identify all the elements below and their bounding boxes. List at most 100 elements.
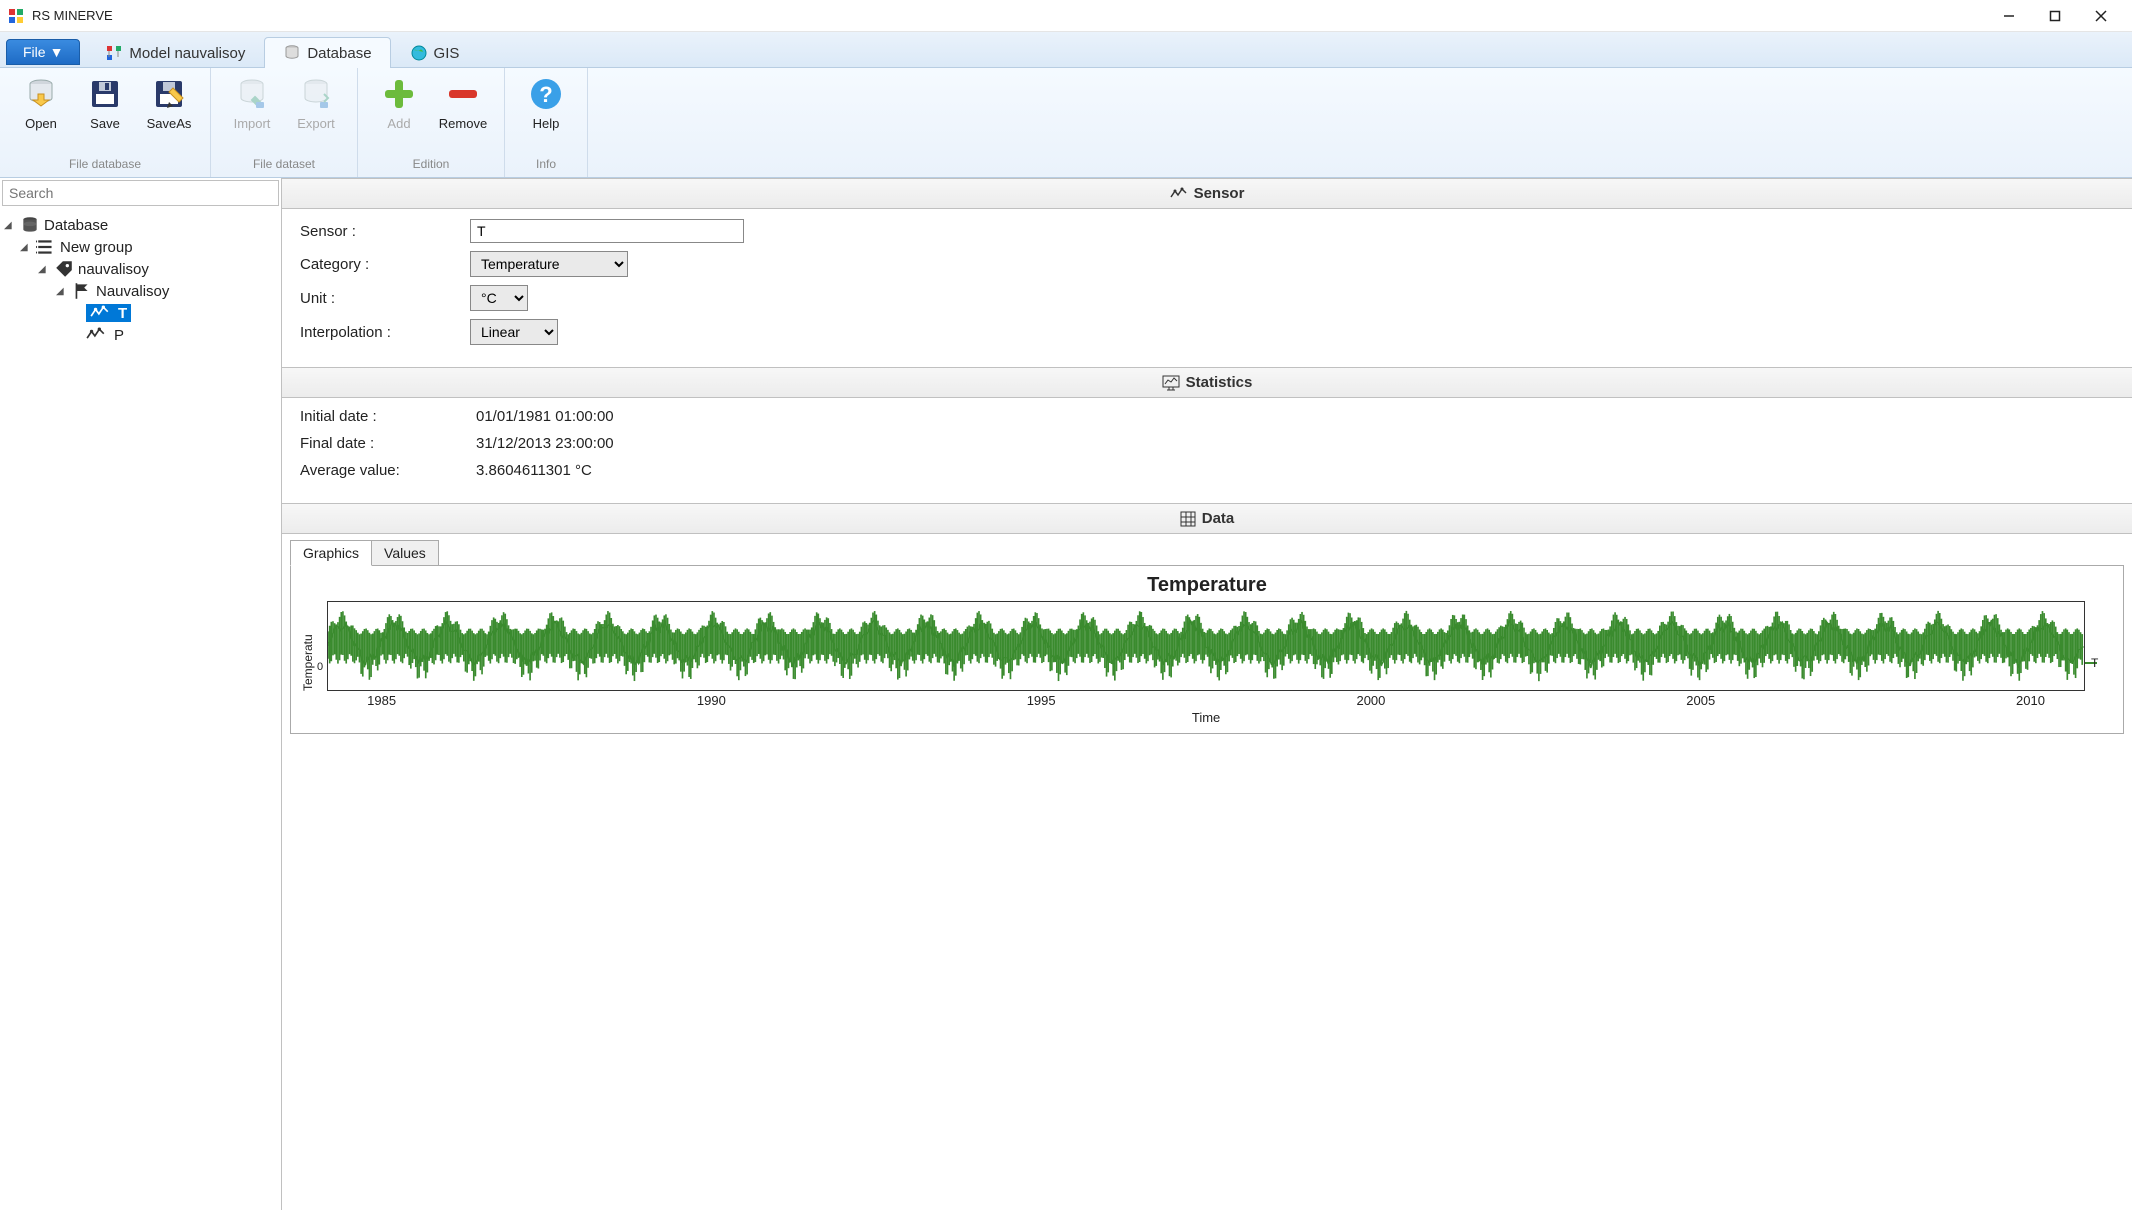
export-button[interactable]: Export	[285, 72, 347, 153]
tree-node-sensor-t[interactable]: T	[4, 302, 277, 324]
xtick: 1985	[367, 693, 396, 708]
tree-node-substation[interactable]: ◢ Nauvalisoy	[4, 280, 277, 302]
group-edition-label: Edition	[368, 153, 494, 177]
window-titlebar: RS MINERVE	[0, 0, 2132, 32]
import-icon	[234, 76, 270, 112]
category-label: Category :	[300, 256, 470, 273]
sensor-section-body: Sensor : Category : Temperature Unit : °…	[282, 209, 2132, 367]
import-label: Import	[234, 116, 271, 131]
minus-icon	[445, 76, 481, 112]
tree-node-database[interactable]: ◢ Database	[4, 214, 277, 236]
main-tab-row: File ▼ Model nauvalisoy Database GIS	[0, 32, 2132, 68]
window-minimize-button[interactable]	[1986, 0, 2032, 32]
tree-label: New group	[60, 239, 133, 256]
tag-icon	[54, 260, 74, 278]
window-maximize-button[interactable]	[2032, 0, 2078, 32]
help-label: Help	[533, 116, 560, 131]
ribbon-toolbar: Open Save SaveAs File database Import Ex…	[0, 68, 2132, 178]
group-icon	[36, 238, 56, 256]
sensor-header-icon	[1170, 187, 1188, 201]
chart-xlabel: Time	[327, 710, 2085, 725]
tab-gis[interactable]: GIS	[391, 37, 479, 68]
tree-node-sensor-p[interactable]: P	[4, 324, 277, 346]
unit-select[interactable]: °C	[470, 285, 528, 311]
main-splitter: ◢ Database ◢ New group ◢ nauvalisoy ◢ Na…	[0, 178, 2132, 1210]
expander-icon[interactable]: ◢	[56, 286, 70, 297]
chart-plot-area[interactable]: 1985 1990 1995 2000 2005 2010 Time	[327, 601, 2085, 725]
saveas-icon	[151, 76, 187, 112]
series-icon	[86, 326, 106, 344]
import-button[interactable]: Import	[221, 72, 283, 153]
save-label: Save	[90, 116, 120, 131]
flag-icon	[72, 282, 92, 300]
add-button[interactable]: Add	[368, 72, 430, 153]
database-icon	[20, 216, 40, 234]
saveas-label: SaveAs	[147, 116, 192, 131]
sensor-header-label: Sensor	[1194, 185, 1245, 202]
initial-date-label: Initial date :	[300, 408, 476, 425]
database-tab-icon	[283, 44, 301, 62]
sensor-name-input[interactable]	[470, 219, 744, 243]
add-label: Add	[387, 116, 410, 131]
remove-button[interactable]: Remove	[432, 72, 494, 153]
app-logo-icon	[8, 8, 24, 24]
saveas-button[interactable]: SaveAs	[138, 72, 200, 153]
database-tree: ◢ Database ◢ New group ◢ nauvalisoy ◢ Na…	[0, 208, 281, 352]
chart-ylabel: Temperatu	[299, 601, 317, 725]
search-input[interactable]	[2, 180, 279, 206]
tab-graphics[interactable]: Graphics	[290, 540, 372, 566]
window-title: RS MINERVE	[32, 8, 113, 23]
chart-ytick-0: 0	[317, 661, 323, 673]
globe-icon	[410, 44, 428, 62]
statistics-section-header: Statistics	[282, 367, 2132, 398]
file-menu-button[interactable]: File ▼	[6, 39, 80, 65]
data-header-label: Data	[1202, 510, 1235, 527]
tree-node-group[interactable]: ◢ New group	[4, 236, 277, 258]
interpolation-select[interactable]: Linear	[470, 319, 558, 345]
stats-header-label: Statistics	[1186, 374, 1253, 391]
chart-xticks: 1985 1990 1995 2000 2005 2010	[327, 691, 2085, 708]
model-icon	[105, 44, 123, 62]
category-select[interactable]: Temperature	[470, 251, 628, 277]
average-label: Average value:	[300, 462, 476, 479]
save-icon	[87, 76, 123, 112]
remove-label: Remove	[439, 116, 487, 131]
sidebar: ◢ Database ◢ New group ◢ nauvalisoy ◢ Na…	[0, 178, 282, 1210]
xtick: 2005	[1686, 693, 1715, 708]
chart-title: Temperature	[299, 574, 2115, 597]
expander-icon[interactable]: ◢	[20, 242, 34, 253]
series-icon	[90, 304, 110, 322]
help-button[interactable]: ? Help	[515, 72, 577, 153]
xtick: 2010	[2016, 693, 2045, 708]
expander-icon[interactable]: ◢	[38, 264, 52, 275]
statistics-section-body: Initial date : 01/01/1981 01:00:00 Final…	[282, 398, 2132, 503]
open-label: Open	[25, 116, 57, 131]
unit-label: Unit :	[300, 290, 470, 307]
data-section-header: Data	[282, 503, 2132, 534]
window-close-button[interactable]	[2078, 0, 2124, 32]
expander-icon[interactable]: ◢	[4, 220, 18, 231]
stats-header-icon	[1162, 375, 1180, 391]
file-menu-label: File	[23, 44, 46, 60]
tab-database[interactable]: Database	[264, 37, 390, 68]
plus-icon	[381, 76, 417, 112]
xtick: 1995	[1027, 693, 1056, 708]
tree-label: Nauvalisoy	[96, 283, 169, 300]
tree-label: P	[114, 327, 124, 344]
open-db-icon	[23, 76, 59, 112]
tree-node-station[interactable]: ◢ nauvalisoy	[4, 258, 277, 280]
tab-values[interactable]: Values	[371, 540, 439, 566]
save-button[interactable]: Save	[74, 72, 136, 153]
group-fileds-label: File dataset	[221, 153, 347, 177]
interpolation-label: Interpolation :	[300, 324, 470, 341]
tab-model[interactable]: Model nauvalisoy	[86, 37, 264, 68]
tab-model-label: Model nauvalisoy	[129, 45, 245, 62]
tree-label: T	[118, 305, 127, 322]
open-button[interactable]: Open	[10, 72, 72, 153]
chevron-down-icon: ▼	[50, 44, 64, 60]
xtick: 2000	[1356, 693, 1385, 708]
tree-label: Database	[44, 217, 108, 234]
average-value: 3.8604611301 °C	[476, 462, 592, 479]
data-inner-tabs: Graphics Values	[282, 534, 2132, 566]
grid-header-icon	[1180, 511, 1196, 527]
